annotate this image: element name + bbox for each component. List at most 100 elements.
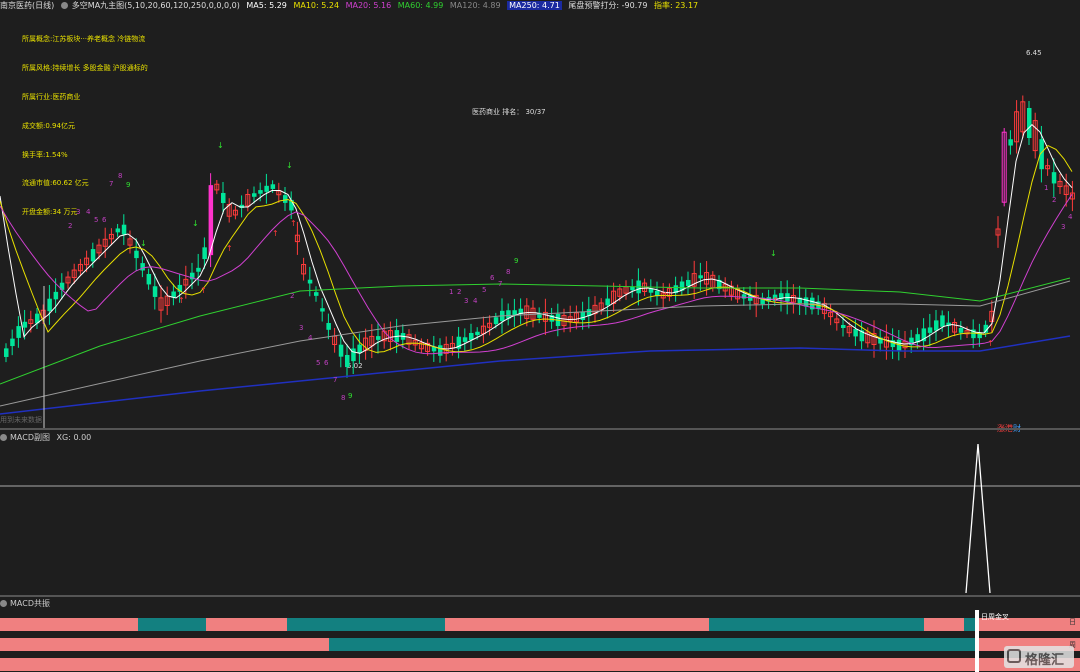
count-number: 8 <box>506 268 510 276</box>
count-number: 2 <box>68 222 72 230</box>
count-number: 7 <box>333 376 337 384</box>
resonance-bars[interactable] <box>0 610 1080 672</box>
candle-body-down <box>202 247 207 260</box>
candle-body-down <box>462 337 468 342</box>
count-number: 3 <box>299 324 303 332</box>
candle-body-down <box>22 321 28 328</box>
candle-body-down <box>686 279 691 287</box>
count-number: 3 <box>76 208 80 216</box>
pane-divider-1[interactable] <box>0 428 1080 430</box>
resonance-segment <box>0 658 976 671</box>
count-number: 2 <box>457 288 461 296</box>
indicator-name[interactable]: 多空MA九主图(5,10,20,60,120,250,0,0,0,0) <box>72 1 240 10</box>
candle-body-down <box>270 184 276 189</box>
score-value: 尾盘预警打分: -90.79 <box>568 1 648 10</box>
candle-body-down <box>1008 139 1013 146</box>
candle-body-down <box>357 344 362 353</box>
ma250-value: MA250: 4.71 <box>507 1 562 10</box>
candle-body-down <box>152 286 158 297</box>
candle-body-down <box>351 348 356 362</box>
macd-settings-icon[interactable] <box>0 434 7 441</box>
count-number: 3 <box>464 297 468 305</box>
count-number: 1 <box>1044 184 1048 192</box>
count-number: 4 <box>308 334 313 342</box>
count-number: 1 <box>449 288 453 296</box>
resonance-segment <box>206 618 287 631</box>
ma5-value: MA5: 5.29 <box>246 1 287 10</box>
resonance-segment <box>0 618 138 631</box>
candle-body-down <box>927 327 933 333</box>
count-number: 8 <box>341 394 345 402</box>
up-arrow-icon: ↑ <box>290 219 297 228</box>
candle-body-down <box>630 286 635 291</box>
candle-body-down <box>376 336 381 340</box>
resonance-right-label-a: 日 <box>1069 618 1076 626</box>
count-nine: 9 <box>514 257 518 265</box>
count-number: 5 <box>316 359 320 367</box>
candle-body-down <box>121 224 127 235</box>
count-number: 4 <box>86 208 91 216</box>
stock-name[interactable]: 南京医药(日线) <box>0 1 54 10</box>
watermark-text: 格隆汇 <box>1025 653 1065 668</box>
candle-body-down <box>841 324 846 329</box>
ma60-value: MA60: 4.99 <box>397 1 444 10</box>
macd-subchart[interactable] <box>0 444 1080 594</box>
resonance-annotation: 日周金叉 <box>981 613 1009 621</box>
candle-body-down <box>338 344 344 357</box>
resonance-title[interactable]: MACD共振 <box>10 599 50 608</box>
count-number: 3 <box>1061 223 1065 231</box>
candle-body-down <box>940 315 945 327</box>
candle-body-down <box>258 190 263 194</box>
macd-subchart-header: MACD副图 XG: 0.00 <box>0 432 91 443</box>
down-arrow-icon: ↓ <box>192 219 199 228</box>
candle-body-down <box>326 323 331 330</box>
resonance-segment <box>0 638 329 651</box>
count-number: 4 <box>1068 213 1073 221</box>
candle-body-down <box>1051 172 1057 184</box>
candle-body-down <box>146 273 152 285</box>
count-number: 6 <box>490 274 495 282</box>
up-arrow-icon: ↑ <box>662 291 669 300</box>
ma120-value: MA120: 4.89 <box>449 1 501 10</box>
index-value: 指率: 23.17 <box>653 1 699 10</box>
candle-body-down <box>264 185 269 192</box>
up-arrow-icon: ↑ <box>987 339 994 348</box>
resonance-segment <box>445 618 709 631</box>
candle-body-down <box>853 328 858 337</box>
ma250-line <box>0 335 1071 415</box>
macd-title[interactable]: MACD副图 <box>10 433 50 442</box>
indicator-settings-icon[interactable] <box>60 2 68 9</box>
resonance-segment <box>138 618 206 631</box>
resonance-settings-icon[interactable] <box>0 600 7 607</box>
count-number: 6 <box>324 359 329 367</box>
candle-body-down <box>345 354 350 368</box>
watermark-badge: 格隆汇 <box>1004 646 1074 668</box>
chart-header: 南京医药(日线) 多空MA九主图(5,10,20,60,120,250,0,0,… <box>0 0 1080 16</box>
candle-body-down <box>252 193 257 197</box>
up-arrow-icon: ↑ <box>200 286 207 295</box>
count-number: 7 <box>109 180 113 188</box>
candles-group <box>4 95 1075 378</box>
count-number: 2 <box>290 292 294 300</box>
candle-body-down <box>307 279 313 284</box>
candle-body-down <box>314 292 319 296</box>
candle-body-down <box>53 291 59 300</box>
resonance-segment <box>709 618 924 631</box>
resonance-header: MACD共振 <box>0 598 50 609</box>
candlestick-chart[interactable]: 23 45 6781 23 456782345 6781234999↓↓↓↓↓↑↑↑↑↑↑… <box>0 16 1080 428</box>
candle-body-down <box>475 331 480 336</box>
candle-body-down <box>283 195 288 203</box>
count-number: 2 <box>1052 196 1056 204</box>
ma20-value: MA20: 5.16 <box>345 1 392 10</box>
pane-divider-2[interactable] <box>0 595 1080 597</box>
up-arrow-icon: ↑ <box>272 229 279 238</box>
candle-body-down <box>958 327 964 333</box>
macd-spike-line <box>965 444 991 594</box>
candle-body-down <box>90 249 96 262</box>
candle-body-down <box>934 320 939 331</box>
resonance-marker-line <box>975 610 979 672</box>
resonance-segment <box>924 618 964 631</box>
candle-body-down <box>605 298 610 306</box>
candle-body-down <box>239 204 245 209</box>
candle-body-down <box>140 263 145 271</box>
